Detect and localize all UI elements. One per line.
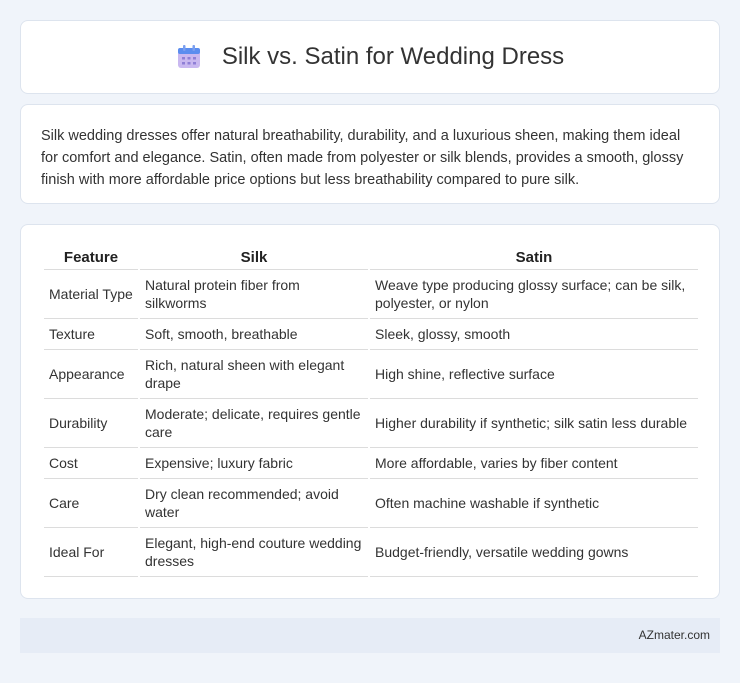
table-row: Cost Expensive; luxury fabric More affor… (44, 448, 698, 479)
satin-cell: Budget-friendly, versatile wedding gowns (370, 528, 698, 577)
table-row: Texture Soft, smooth, breathable Sleek, … (44, 319, 698, 350)
satin-cell: More affordable, varies by fiber content (370, 448, 698, 479)
silk-cell: Dry clean recommended; avoid water (140, 479, 368, 528)
table-row: Care Dry clean recommended; avoid water … (44, 479, 698, 528)
silk-cell: Moderate; delicate, requires gentle care (140, 399, 368, 448)
header-silk: Silk (140, 246, 368, 270)
header-feature: Feature (44, 246, 138, 270)
silk-cell: Rich, natural sheen with elegant drape (140, 350, 368, 399)
header-satin: Satin (370, 246, 698, 270)
title-card: Silk vs. Satin for Wedding Dress (20, 20, 720, 94)
silk-cell: Soft, smooth, breathable (140, 319, 368, 350)
comparison-card: Feature Silk Satin Material Type Natural… (20, 224, 720, 599)
intro-text: Silk wedding dresses offer natural breat… (41, 128, 684, 188)
feature-cell: Care (44, 479, 138, 528)
feature-cell: Texture (44, 319, 138, 350)
satin-cell: Often machine washable if synthetic (370, 479, 698, 528)
feature-cell: Ideal For (44, 528, 138, 577)
feature-cell: Appearance (44, 350, 138, 399)
silk-cell: Expensive; luxury fabric (140, 448, 368, 479)
table-row: Ideal For Elegant, high-end couture wedd… (44, 528, 698, 577)
silk-cell: Natural protein fiber from silkworms (140, 270, 368, 319)
table-row: Material Type Natural protein fiber from… (44, 270, 698, 319)
feature-cell: Durability (44, 399, 138, 448)
calendar-icon (176, 44, 202, 70)
satin-cell: Higher durability if synthetic; silk sat… (370, 399, 698, 448)
table-row: Appearance Rich, natural sheen with eleg… (44, 350, 698, 399)
satin-cell: Weave type producing glossy surface; can… (370, 270, 698, 319)
satin-cell: Sleek, glossy, smooth (370, 319, 698, 350)
footer-brand[interactable]: AZmater.com (639, 628, 710, 642)
silk-cell: Elegant, high-end couture wedding dresse… (140, 528, 368, 577)
page-title: Silk vs. Satin for Wedding Dress (221, 43, 565, 70)
table-row: Durability Moderate; delicate, requires … (44, 399, 698, 448)
footer: AZmater.com (20, 618, 720, 653)
feature-cell: Material Type (44, 270, 138, 319)
intro-card: Silk wedding dresses offer natural breat… (20, 104, 720, 204)
comparison-table: Feature Silk Satin Material Type Natural… (42, 246, 700, 577)
feature-cell: Cost (44, 448, 138, 479)
table-header-row: Feature Silk Satin (44, 246, 698, 270)
satin-cell: High shine, reflective surface (370, 350, 698, 399)
